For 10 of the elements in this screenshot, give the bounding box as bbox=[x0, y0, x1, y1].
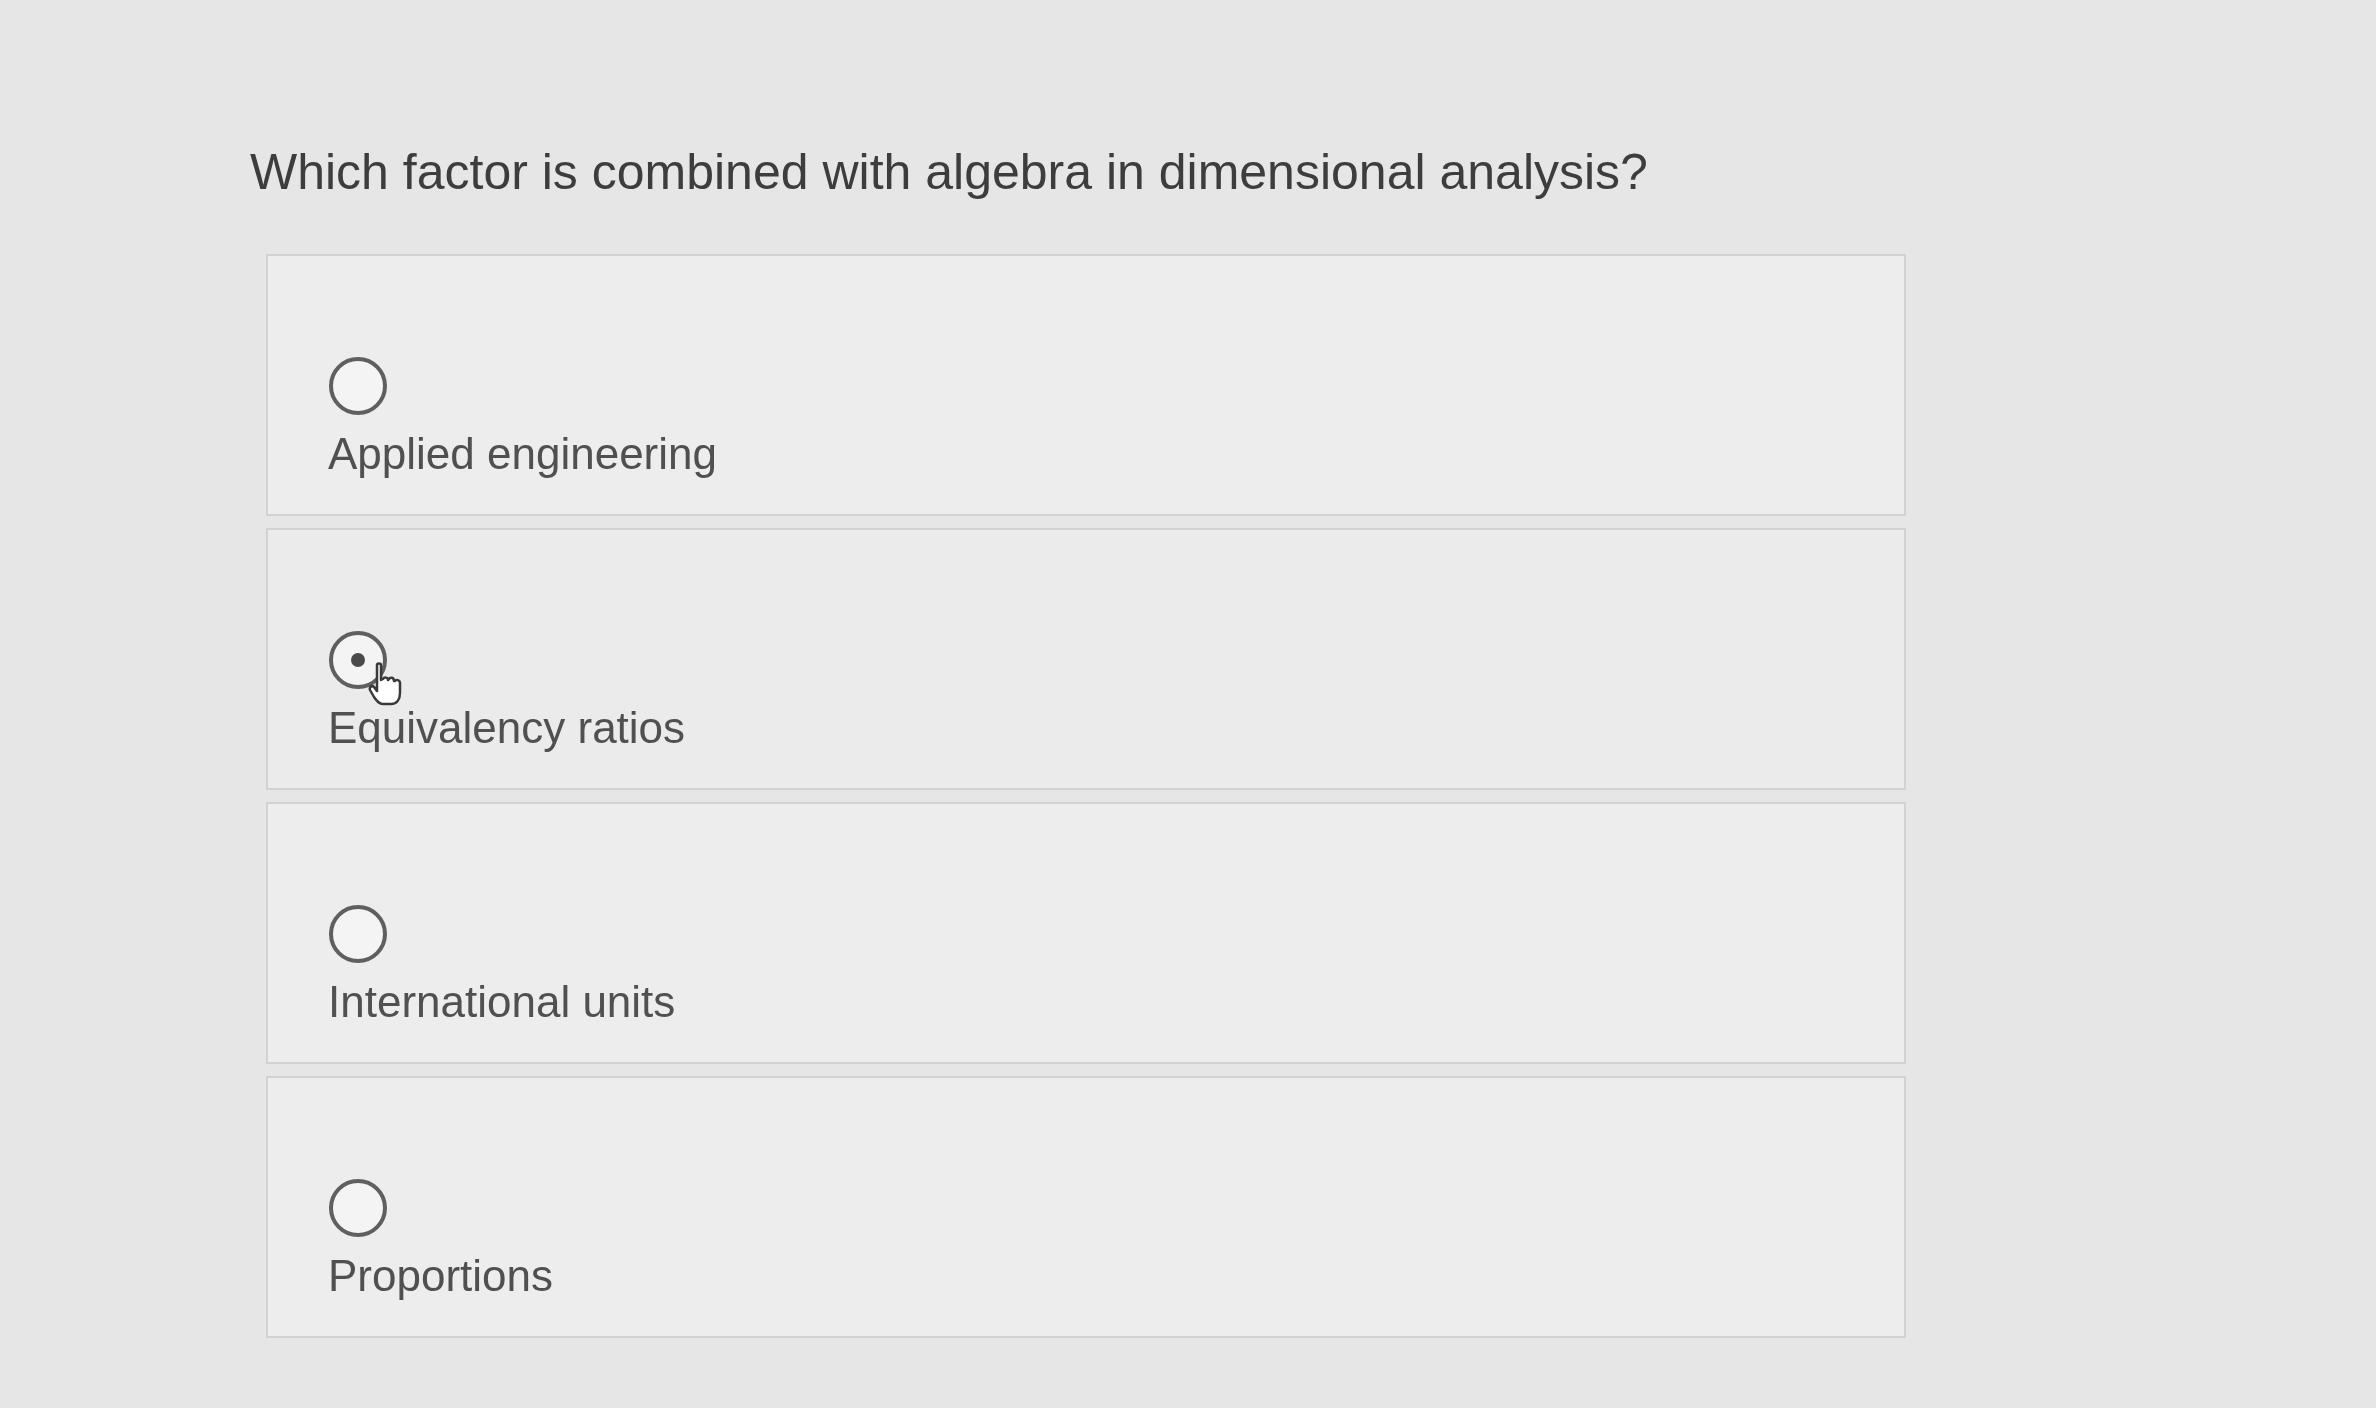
radio-button[interactable] bbox=[328, 904, 388, 964]
question-text: Which factor is combined with algebra in dimensional analysis? bbox=[250, 143, 1649, 202]
option-label: Applied engineering bbox=[328, 428, 717, 480]
option-label: International units bbox=[328, 976, 676, 1028]
hand-cursor-icon bbox=[368, 662, 402, 706]
option-label: Proportions bbox=[328, 1250, 553, 1302]
radio-button[interactable] bbox=[328, 1178, 388, 1238]
radio-button[interactable] bbox=[328, 356, 388, 416]
option-label: Equivalency ratios bbox=[328, 702, 686, 754]
radio-button[interactable] bbox=[328, 630, 388, 690]
